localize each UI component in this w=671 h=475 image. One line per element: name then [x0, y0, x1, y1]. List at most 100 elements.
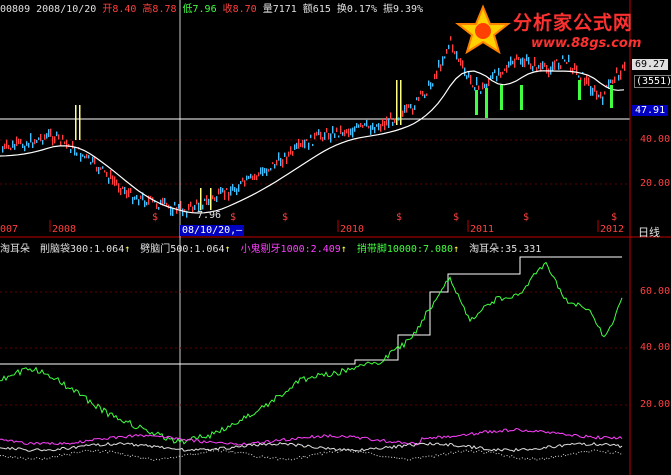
candle — [348, 128, 350, 138]
candle — [430, 82, 432, 90]
candle — [344, 129, 346, 137]
candle — [388, 118, 390, 128]
candle — [246, 175, 248, 181]
candle — [484, 83, 486, 88]
candle — [462, 60, 464, 69]
candle — [402, 110, 404, 117]
candle — [476, 76, 478, 86]
candle — [412, 108, 414, 115]
candle — [110, 169, 112, 180]
candle — [432, 83, 434, 87]
candle — [260, 167, 262, 175]
candle — [228, 191, 230, 201]
candle — [196, 199, 198, 205]
candle — [586, 75, 588, 85]
candle — [44, 134, 46, 140]
candle — [140, 195, 142, 199]
candle — [334, 133, 336, 139]
candle — [414, 105, 416, 111]
candle — [106, 171, 108, 177]
candle — [216, 196, 218, 203]
candle — [590, 86, 592, 96]
candle — [236, 188, 238, 196]
indicator-item-value: 7.080 — [422, 244, 454, 255]
candle — [314, 132, 316, 140]
candle — [560, 65, 562, 70]
close-label: 收 — [222, 4, 233, 15]
candle — [58, 134, 60, 140]
candle — [46, 133, 48, 139]
open-label: 开 — [102, 4, 113, 15]
candle — [12, 140, 14, 148]
candle — [176, 207, 178, 214]
candle — [234, 187, 236, 193]
volume-value: 7171 — [272, 4, 297, 15]
candle — [204, 198, 206, 202]
signal-bar — [578, 80, 581, 100]
candle — [464, 67, 466, 77]
candle — [382, 118, 384, 127]
turnover-value: 0.17% — [346, 4, 377, 15]
candle — [384, 120, 386, 131]
candle — [444, 56, 446, 59]
candle — [576, 65, 578, 76]
year-label: 2012 — [600, 224, 625, 235]
indicator-item-value: 2.409 — [310, 244, 341, 255]
logo-title: 分析家公式网 — [513, 12, 634, 34]
candle — [300, 143, 302, 147]
indicator-axis-label: 40.00 — [640, 342, 671, 353]
candle — [294, 144, 296, 150]
price-axis-label: 40.00 — [640, 134, 671, 145]
candle — [90, 161, 92, 165]
indicator-item-value: 1.064 — [194, 244, 225, 255]
candle — [488, 78, 490, 87]
period-label[interactable]: 日线 — [638, 224, 660, 240]
indicator-item-value: 1.064 — [94, 244, 125, 255]
indicator-axis-label: 20.00 — [640, 399, 671, 410]
candle — [470, 74, 472, 85]
candle — [28, 142, 30, 148]
volume-box: (3551) — [634, 75, 671, 88]
signal-bar — [400, 80, 402, 125]
candle — [406, 104, 408, 113]
candle — [88, 155, 90, 159]
candle — [178, 203, 180, 209]
candle — [222, 188, 224, 193]
candle — [102, 166, 104, 169]
candle — [22, 143, 24, 148]
candle — [288, 151, 290, 157]
candle — [112, 175, 114, 185]
candle — [418, 96, 420, 102]
candle — [352, 127, 354, 138]
candle — [164, 197, 166, 205]
candle — [242, 177, 244, 182]
indicator-item-label: 淘耳朵: — [469, 244, 506, 255]
candle — [588, 77, 590, 86]
candle — [574, 63, 576, 70]
candle — [584, 77, 586, 86]
candle — [450, 36, 452, 41]
candle — [390, 112, 392, 120]
candle — [428, 80, 430, 86]
candle — [310, 134, 312, 139]
candle — [612, 79, 614, 84]
candle — [272, 162, 274, 165]
candle — [26, 141, 28, 146]
year-label: 2008 — [52, 224, 77, 235]
amount-label: 额 — [302, 4, 313, 15]
candle — [522, 57, 524, 67]
candle — [144, 200, 146, 208]
candle — [6, 139, 8, 149]
candle — [472, 85, 474, 88]
candle — [438, 59, 440, 68]
candle — [72, 140, 74, 149]
chart-canvas[interactable]: $ $ $ $ $ $ $ — [0, 0, 671, 475]
candle — [564, 59, 566, 62]
candle — [410, 103, 412, 109]
candle — [218, 188, 220, 195]
candle — [290, 146, 292, 155]
candle — [616, 67, 618, 74]
candle — [240, 181, 242, 185]
candle — [458, 58, 460, 62]
indicator-item-label: 劈脑门500: — [140, 244, 195, 255]
